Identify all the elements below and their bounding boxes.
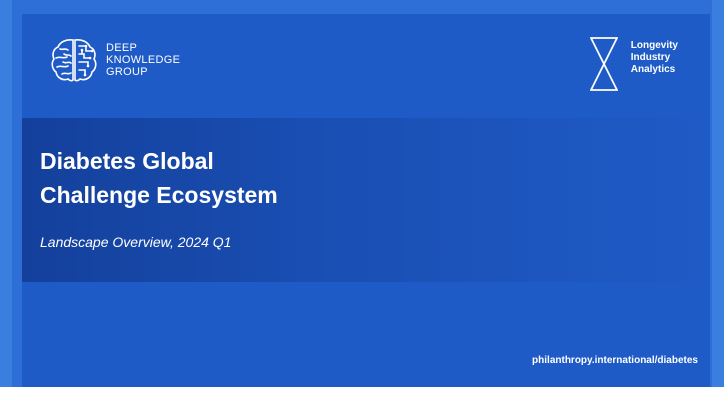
background-frame-left [0, 0, 12, 393]
slide: DEEP KNOWLEDGE GROUP Longevity Industry … [22, 14, 710, 387]
longevity-industry-analytics-wordmark: Longevity Industry Analytics [631, 40, 678, 76]
slide-title: Diabetes Global Challenge Ecosystem [40, 144, 278, 212]
brand-left-line-2: KNOWLEDGE [106, 54, 181, 66]
slide-title-line-1: Diabetes Global [40, 148, 214, 174]
deep-knowledge-group-wordmark: DEEP KNOWLEDGE GROUP [106, 42, 180, 78]
deep-knowledge-group-logo: DEEP KNOWLEDGE GROUP [48, 34, 180, 86]
brain-icon [51, 39, 97, 82]
background-frame-bottom [0, 387, 724, 393]
brand-left-line-3: GROUP [106, 66, 148, 78]
brand-left-line-1: DEEP [106, 42, 138, 54]
longevity-industry-analytics-logo: Longevity Industry Analytics [583, 34, 678, 94]
hourglass-icon [589, 37, 618, 91]
background-frame-right [712, 0, 724, 393]
slide-title-line-2: Challenge Ecosystem [40, 182, 278, 208]
brand-right-line-1: Longevity [630, 40, 678, 51]
footer-url[interactable]: philanthropy.international/diabetes [532, 355, 698, 366]
brand-right-line-3: Analytics [630, 64, 676, 75]
slide-subtitle: Landscape Overview, 2024 Q1 [40, 234, 232, 250]
brand-right-line-2: Industry [630, 52, 671, 63]
